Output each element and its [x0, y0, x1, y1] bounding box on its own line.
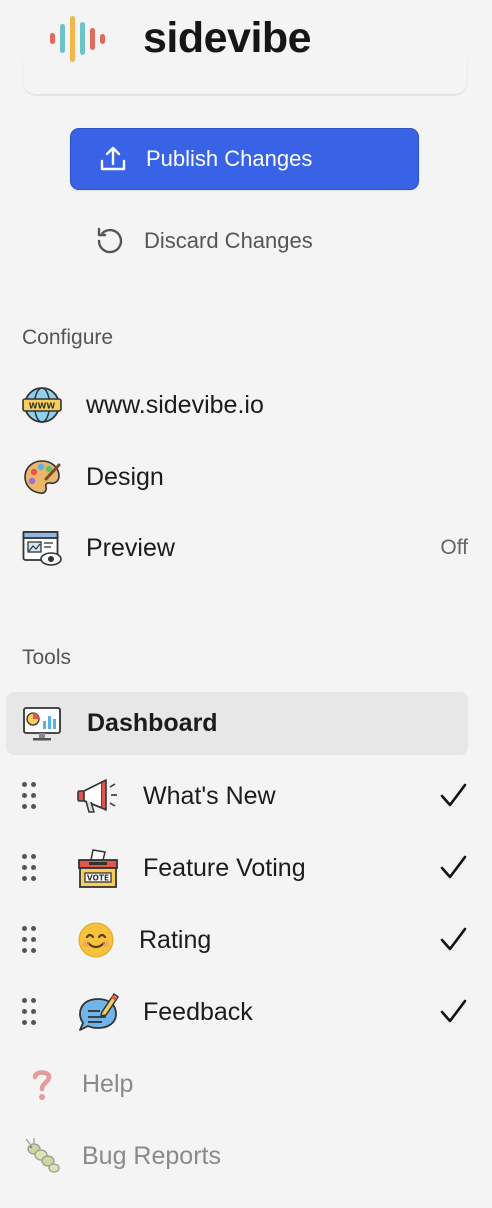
palette-icon [24, 460, 61, 494]
configure-section-title: Configure [22, 326, 114, 349]
tool-item-feedback-label: Feedback [143, 997, 253, 1026]
drag-handle-icon[interactable] [22, 998, 38, 1026]
configure-item-preview[interactable]: Preview Off [22, 521, 468, 575]
bug-icon [25, 1138, 60, 1173]
tool-item-bug-reports-label: Bug Reports [82, 1141, 221, 1170]
smiley-icon [78, 922, 114, 958]
checkmark-icon[interactable] [438, 925, 468, 955]
configure-item-design[interactable]: Design [22, 450, 164, 504]
drag-handle-icon[interactable] [22, 782, 38, 810]
question-mark-icon [32, 1070, 52, 1100]
globe-www-icon: WWW [22, 387, 62, 423]
publish-changes-label: Publish Changes [146, 146, 313, 171]
tool-item-feedback[interactable]: Feedback [0, 985, 492, 1039]
undo-icon [97, 227, 123, 254]
brand-name: sidevibe [143, 14, 312, 62]
tool-item-rating-label: Rating [139, 925, 212, 954]
tool-item-feature-voting-label: Feature Voting [143, 853, 306, 882]
dashboard-monitor-icon [23, 706, 61, 740]
checkmark-icon[interactable] [438, 781, 468, 811]
configure-item-preview-label: Preview [86, 533, 175, 562]
sidevibe-logo-icon [50, 16, 105, 62]
drag-handle-icon[interactable] [22, 926, 38, 954]
preview-window-icon [22, 531, 62, 566]
feedback-bubble-icon [79, 993, 119, 1031]
vote-box-icon: VOTE [78, 849, 118, 888]
publish-changes-button[interactable]: Publish Changes [70, 128, 419, 190]
tool-item-feature-voting[interactable]: VOTE Feature Voting [0, 841, 492, 895]
tool-item-bug-reports[interactable]: Bug Reports [22, 1136, 221, 1176]
svg-text:WWW: WWW [29, 402, 56, 411]
upload-icon [100, 146, 126, 171]
preview-status-value: Off [440, 536, 468, 559]
configure-item-website-label: www.sidevibe.io [86, 390, 264, 419]
configure-item-website[interactable]: WWW www.sidevibe.io [22, 378, 264, 432]
tool-item-help[interactable]: Help [22, 1064, 133, 1104]
tool-item-whats-new-label: What's New [143, 781, 276, 810]
discard-changes-button[interactable]: Discard Changes [92, 220, 313, 262]
tool-item-dashboard[interactable]: Dashboard [6, 692, 468, 755]
header-divider [22, 60, 468, 96]
checkmark-icon[interactable] [438, 997, 468, 1027]
discard-changes-label: Discard Changes [144, 228, 313, 253]
configure-item-design-label: Design [86, 462, 164, 491]
tool-item-whats-new[interactable]: What's New [0, 769, 492, 823]
tool-item-help-label: Help [82, 1069, 134, 1098]
drag-handle-icon[interactable] [22, 854, 38, 882]
tool-item-dashboard-label: Dashboard [87, 709, 218, 737]
tools-section-title: Tools [22, 646, 72, 669]
tool-item-rating[interactable]: Rating [0, 913, 492, 967]
megaphone-icon [77, 779, 117, 813]
checkmark-icon[interactable] [438, 853, 468, 883]
svg-text:VOTE: VOTE [87, 874, 109, 883]
